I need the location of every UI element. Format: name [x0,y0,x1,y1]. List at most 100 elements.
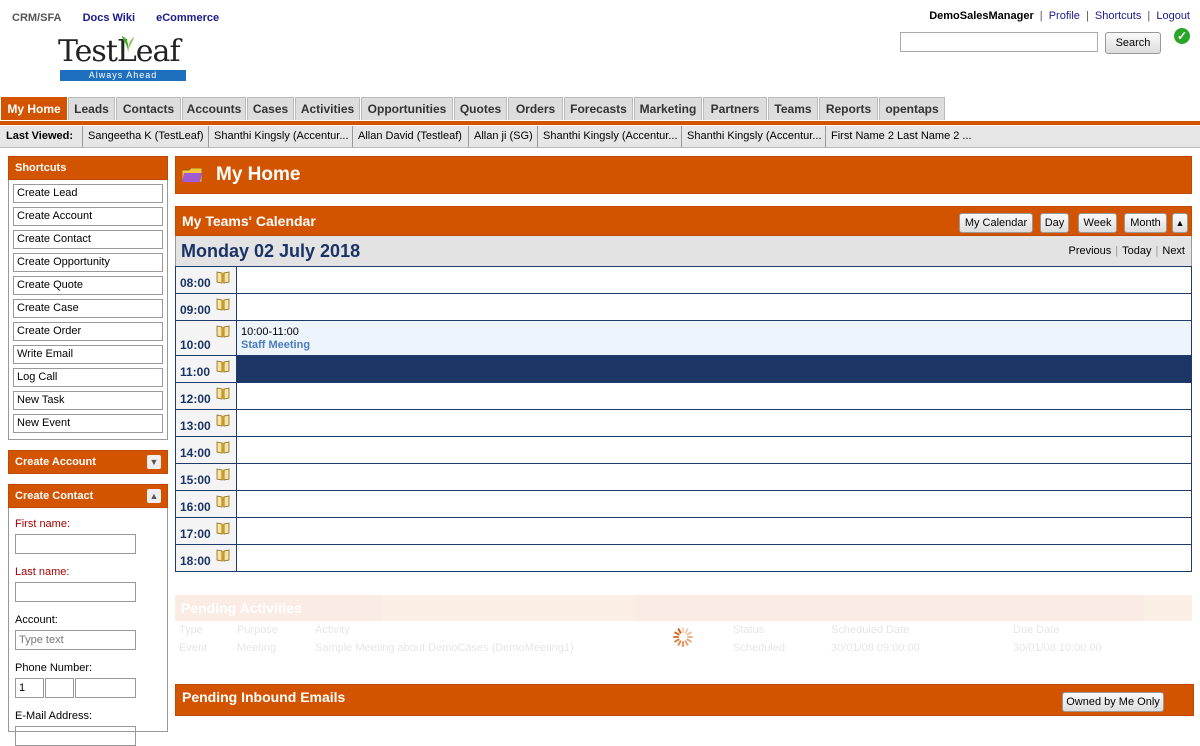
shortcut-write-email[interactable]: Write Email [13,345,163,364]
testleaf-logo[interactable]: TestLeaf Always Ahead [58,36,188,84]
shortcut-create-opportunity[interactable]: Create Opportunity [13,253,163,272]
today-link[interactable]: Today [1122,245,1151,257]
create-contact-header[interactable]: Create Contact ▲ [8,484,168,508]
pending-emails-title: Pending Inbound Emails [182,689,346,705]
tab-my-home[interactable]: My Home [1,97,67,120]
account-label: Account: [15,614,58,626]
calendar-hour-row: 17:00 [176,517,1191,544]
calendar-slot[interactable] [237,518,1191,544]
account-field[interactable]: Type text [15,630,136,650]
shortcuts-link[interactable]: Shortcuts [1095,10,1141,22]
pending-activities-title: Pending Activities [175,595,1192,621]
event-title-link[interactable]: Staff Meeting [241,339,310,352]
shortcut-create-quote[interactable]: Create Quote [13,276,163,295]
create-account-header[interactable]: Create Account ▼ [8,450,168,474]
hour-label: 11:00 [180,365,211,379]
last-viewed-item[interactable]: First Name 2 Last Name 2 ... [825,126,977,147]
add-event-book-icon[interactable] [216,441,230,454]
tab-reports[interactable]: Reports [819,97,878,120]
phone-country-code[interactable]: 1 [15,678,44,698]
tab-partners[interactable]: Partners [703,97,767,120]
calendar-slot[interactable] [237,410,1191,436]
hour-label: 18:00 [180,554,211,568]
left-column: Shortcuts Create Lead Create Account Cre… [8,156,168,746]
calendar-slot[interactable] [237,267,1191,293]
owned-by-me-button[interactable]: Owned by Me Only [1062,692,1164,712]
last-viewed-item[interactable]: Allan ji (SG) [468,126,538,147]
last-viewed-item[interactable]: Sangeetha K (TestLeaf) [82,126,209,147]
search-button[interactable]: Search [1105,32,1161,54]
docs-wiki-link[interactable]: Docs Wiki [83,12,135,24]
last-viewed-item[interactable]: Shanthi Kingsly (Accentur... [681,126,827,147]
tab-accounts[interactable]: Accounts [182,97,246,120]
phone-number[interactable] [75,678,136,698]
profile-link[interactable]: Profile [1049,10,1080,22]
tab-orders[interactable]: Orders [508,97,563,120]
add-event-book-icon[interactable] [216,522,230,535]
tab-marketing[interactable]: Marketing [634,97,702,120]
first-name-field[interactable] [15,534,136,554]
week-button[interactable]: Week [1078,213,1117,233]
add-event-book-icon[interactable] [216,495,230,508]
last-viewed-item[interactable]: Shanthi Kingsly (Accentur... [537,126,683,147]
shortcut-create-case[interactable]: Create Case [13,299,163,318]
last-name-field[interactable] [15,582,136,602]
calendar-slot[interactable] [237,491,1191,517]
ecommerce-link[interactable]: eCommerce [156,12,219,24]
my-calendar-button[interactable]: My Calendar [959,213,1033,233]
tab-contacts[interactable]: Contacts [116,97,181,120]
email-field[interactable] [15,726,136,746]
calendar-slot[interactable] [237,294,1191,320]
add-event-book-icon[interactable] [216,298,230,311]
month-button[interactable]: Month [1124,213,1167,233]
tab-opentaps[interactable]: opentaps [879,97,945,120]
shortcut-create-lead[interactable]: Create Lead [13,184,163,203]
phone-area-code[interactable] [45,678,74,698]
shortcut-create-account[interactable]: Create Account [13,207,163,226]
shortcut-new-event[interactable]: New Event [13,414,163,433]
shortcut-log-call[interactable]: Log Call [13,368,163,387]
hour-label-cell: 11:00 [176,356,237,382]
shortcut-new-task[interactable]: New Task [13,391,163,410]
phone-fields: 1 [15,678,161,698]
collapse-icon[interactable]: ▲ [147,489,161,503]
hour-label-cell: 18:00 [176,545,237,571]
search-input[interactable] [900,32,1098,52]
calendar-slot[interactable] [237,383,1191,409]
tab-opportunities[interactable]: Opportunities [361,97,453,120]
last-name-label: Last name: [15,566,70,578]
tab-activities[interactable]: Activities [295,97,360,120]
calendar-slot[interactable] [237,356,1191,382]
expand-icon[interactable]: ▼ [147,455,161,469]
next-link[interactable]: Next [1162,245,1185,257]
previous-link[interactable]: Previous [1069,245,1112,257]
add-event-book-icon[interactable] [216,387,230,400]
calendar-slot[interactable] [237,437,1191,463]
calendar-slot[interactable] [237,464,1191,490]
day-button[interactable]: Day [1040,213,1069,233]
collapse-icon[interactable]: ▲ [1172,213,1188,233]
calendar-slot[interactable]: 10:00-11:00 Staff Meeting [237,321,1191,355]
calendar-slot[interactable] [237,545,1191,571]
last-viewed-item[interactable]: Shanthi Kingsly (Accentur... [208,126,354,147]
add-event-book-icon[interactable] [216,414,230,427]
tab-cases[interactable]: Cases [247,97,294,120]
add-event-book-icon[interactable] [216,549,230,562]
add-event-book-icon[interactable] [216,468,230,481]
last-viewed-item[interactable]: Allan David (Testleaf) [352,126,467,147]
tab-forecasts[interactable]: Forecasts [564,97,633,120]
shortcut-create-contact[interactable]: Create Contact [13,230,163,249]
crm-sfa-link[interactable]: CRM/SFA [12,12,62,24]
add-event-book-icon[interactable] [216,360,230,373]
tab-teams[interactable]: Teams [768,97,818,120]
shortcut-create-order[interactable]: Create Order [13,322,163,341]
tab-leads[interactable]: Leads [68,97,115,120]
calendar-event[interactable]: 10:00-11:00 Staff Meeting [241,326,310,352]
logout-link[interactable]: Logout [1156,10,1190,22]
hour-label: 15:00 [180,473,211,487]
hour-label-cell: 10:00 [176,321,237,355]
add-event-book-icon[interactable] [216,271,230,284]
tab-quotes[interactable]: Quotes [454,97,507,120]
calendar-hour-row: 14:00 [176,436,1191,463]
add-event-book-icon[interactable] [216,325,230,338]
